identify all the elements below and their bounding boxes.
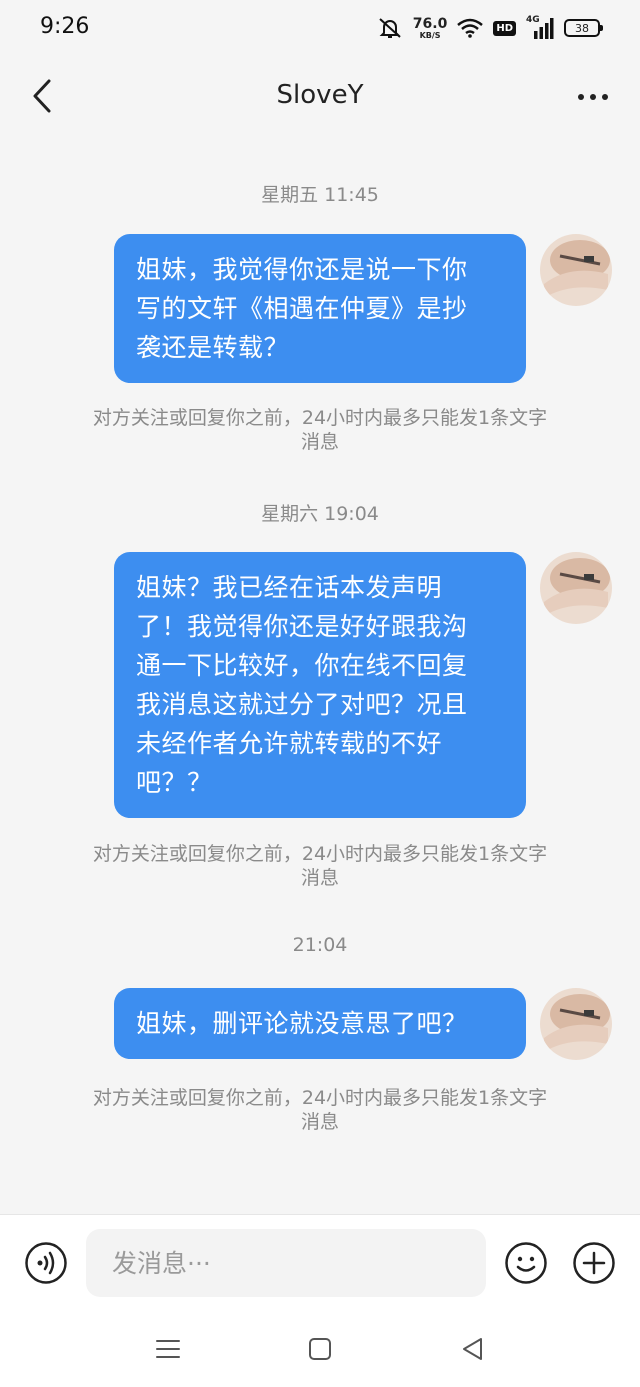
chat-title: SloveY bbox=[276, 80, 364, 110]
message-timestamp: 21:04 bbox=[292, 934, 348, 956]
message-bubble[interactable]: 姐妹，我觉得你还是说一下你 写的文轩《相遇在仲夏》是抄 袭还是转载？ bbox=[114, 234, 526, 383]
more-options-button[interactable] bbox=[568, 82, 618, 112]
nav-menu-button[interactable] bbox=[153, 1334, 183, 1364]
more-dot-icon bbox=[602, 94, 608, 100]
nav-back-button[interactable] bbox=[458, 1334, 488, 1364]
hd-badge: HD bbox=[493, 20, 516, 36]
chat-header: SloveY bbox=[0, 56, 640, 138]
message-input[interactable] bbox=[86, 1229, 486, 1297]
message-line: 未经作者允许就转载的不好 bbox=[136, 729, 443, 758]
message-timestamp: 星期五 11:45 bbox=[261, 184, 379, 206]
home-square-icon bbox=[309, 1338, 331, 1360]
message-line: 通一下比较好，你在线不回复 bbox=[136, 651, 468, 680]
smiley-icon bbox=[505, 1242, 547, 1284]
more-dot-icon bbox=[590, 94, 596, 100]
menu-icon bbox=[156, 1340, 180, 1358]
net-speed: 76.0 KB/S bbox=[412, 15, 448, 40]
emoji-button[interactable] bbox=[504, 1241, 548, 1285]
status-icons: 76.0 KB/S HD 4G 38 bbox=[377, 14, 603, 42]
message-line: 姐妹？我已经在话本发声明 bbox=[136, 573, 443, 602]
message-line: 了！我觉得你还是好好跟我沟 bbox=[136, 612, 468, 641]
mute-bell-icon bbox=[379, 18, 401, 38]
message-bubble[interactable]: 姐妹？我已经在话本发声明 了！我觉得你还是好好跟我沟 通一下比较好，你在线不回复… bbox=[114, 552, 526, 818]
plus-circle-icon bbox=[573, 1242, 615, 1284]
message-line: 袭还是转载？ bbox=[136, 333, 290, 362]
status-bar: 9:26 76.0 KB/S HD 4G 38 bbox=[0, 0, 640, 56]
wifi-icon bbox=[457, 18, 484, 38]
add-attachment-button[interactable] bbox=[572, 1241, 616, 1285]
battery-icon: 38 bbox=[564, 19, 603, 37]
avatar[interactable] bbox=[540, 234, 612, 306]
message-bubble[interactable]: 姐妹，删评论就没意思了吧？ bbox=[114, 988, 526, 1059]
avatar[interactable] bbox=[540, 552, 612, 624]
message-timestamp: 星期六 19:04 bbox=[261, 503, 379, 525]
cell-signal-icon: 4G bbox=[526, 15, 554, 39]
back-triangle-icon bbox=[463, 1338, 482, 1360]
avatar[interactable] bbox=[540, 988, 612, 1060]
message-line: 姐妹，我觉得你还是说一下你 bbox=[136, 255, 468, 284]
voice-icon bbox=[25, 1242, 67, 1284]
limit-notice: 对方关注或回复你之前，24小时内最多只能发1条文字 消息 bbox=[92, 843, 548, 889]
message-line: 吧？？ bbox=[136, 768, 213, 797]
message-line: 我消息这就过分了对吧？况且 bbox=[136, 690, 468, 719]
limit-notice: 对方关注或回复你之前，24小时内最多只能发1条文字 消息 bbox=[92, 407, 548, 453]
message-line: 姐妹，删评论就没意思了吧？ bbox=[136, 1009, 468, 1038]
message-line: 写的文轩《相遇在仲夏》是抄 bbox=[136, 294, 468, 323]
message-input-bar bbox=[0, 1214, 640, 1310]
status-time: 9:26 bbox=[40, 14, 90, 39]
system-nav-bar bbox=[0, 1310, 640, 1387]
more-dot-icon bbox=[578, 94, 584, 100]
voice-button[interactable] bbox=[24, 1241, 68, 1285]
limit-notice: 对方关注或回复你之前，24小时内最多只能发1条文字 消息 bbox=[92, 1087, 548, 1133]
nav-home-button[interactable] bbox=[305, 1334, 335, 1364]
